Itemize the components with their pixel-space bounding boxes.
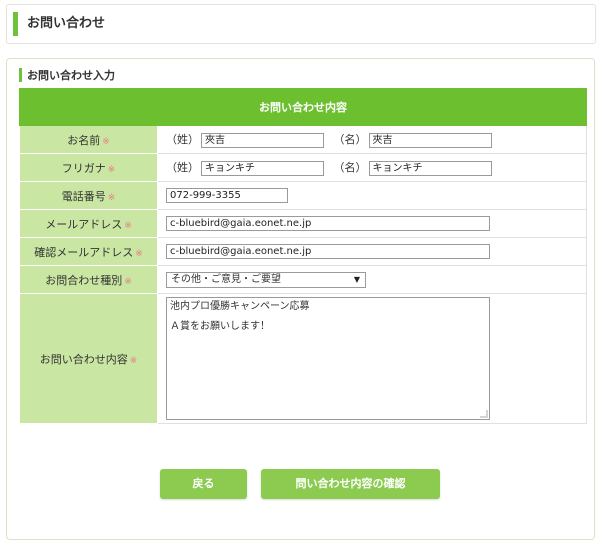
name-label-cell: お名前 ※	[19, 125, 158, 154]
email-label: メールアドレス	[45, 217, 123, 231]
required-mark: ※	[107, 192, 116, 203]
confirm-button[interactable]: 問い合わせ内容の確認	[261, 469, 440, 499]
furigana-value-cell: （姓） キョンキチ （名） キョンキチ	[157, 153, 587, 182]
required-mark: ※	[135, 248, 143, 259]
message-line-2: Ａ賞をお願いします！	[170, 321, 270, 332]
email-confirm-input[interactable]: c-bluebird@gaia.eonet.ne.jp	[166, 244, 490, 259]
email-label-cell: メールアドレス ※	[19, 209, 158, 238]
form-row-message: お問い合わせ内容 ※ 池内プロ優勝キャンペーン応募 Ａ賞をお願いします！	[19, 293, 587, 424]
email-confirm-label: 確認メールアドレス	[34, 245, 134, 259]
email-confirm-value-cell: c-bluebird@gaia.eonet.ne.jp	[157, 237, 587, 266]
sei-label: （姓）	[166, 161, 199, 175]
message-value-cell: 池内プロ優勝キャンペーン応募 Ａ賞をお願いします！	[157, 293, 587, 424]
dropdown-arrow-icon: ▼	[353, 274, 360, 284]
message-label: お問い合わせ内容	[39, 352, 128, 366]
page-title: お問い合わせ	[27, 16, 106, 31]
name-mei-input[interactable]: 夾吉	[368, 132, 492, 148]
furigana-label-cell: フリガナ ※	[19, 153, 158, 182]
form-row-inquiry-type: お問合わせ種別 ※ その他・ご意見・ご要望 ▼	[19, 265, 587, 294]
name-value-cell: （姓） 夾吉 （名） 夾吉	[157, 125, 587, 154]
required-mark: ※	[124, 220, 132, 231]
phone-label-cell: 電話番号 ※	[19, 181, 158, 210]
contact-form-table: お問い合わせ内容 お名前 ※ （姓） 夾吉 （名） 夾吉 フリガナ ※ （姓） キョンキチ…	[19, 88, 587, 424]
name-sei-input[interactable]: 夾吉	[201, 132, 324, 148]
form-panel: お問い合わせ入力 お問い合わせ内容 お名前 ※ （姓） 夾吉 （名） 夾吉 フリガナ ※…	[6, 58, 595, 540]
message-label-cell: お問い合わせ内容 ※	[19, 293, 158, 424]
sei-label: （姓）	[166, 133, 199, 147]
section-accent-bar	[19, 68, 22, 82]
inquiry-type-select[interactable]: その他・ご意見・ご要望 ▼	[166, 271, 366, 288]
inquiry-type-label-cell: お問合わせ種別 ※	[19, 265, 158, 294]
name-label: お名前	[67, 133, 101, 147]
header-accent-bar	[13, 12, 18, 36]
furigana-mei-input[interactable]: キョンキチ	[368, 160, 492, 176]
inquiry-type-value-cell: その他・ご意見・ご要望 ▼	[157, 265, 587, 294]
mei-label: （名）	[333, 133, 367, 147]
table-title: お問い合わせ内容	[19, 88, 587, 126]
form-row-phone: 電話番号 ※ 072-999-3355	[19, 181, 587, 210]
inquiry-type-label: お問合わせ種別	[45, 273, 123, 287]
back-button[interactable]: 戻る	[160, 469, 247, 499]
required-mark: ※	[102, 136, 110, 147]
email-input[interactable]: c-bluebird@gaia.eonet.ne.jp	[166, 216, 490, 231]
phone-label: 電話番号	[61, 189, 106, 203]
message-line-1: 池内プロ優勝キャンペーン応募	[170, 301, 310, 312]
section-title: お問い合わせ入力	[27, 69, 115, 82]
mei-label: （名）	[333, 161, 367, 175]
message-textarea[interactable]: 池内プロ優勝キャンペーン応募 Ａ賞をお願いします！	[166, 297, 490, 420]
furigana-sei-input[interactable]: キョンキチ	[201, 160, 324, 176]
form-row-name: お名前 ※ （姓） 夾吉 （名） 夾吉	[19, 125, 587, 154]
email-value-cell: c-bluebird@gaia.eonet.ne.jp	[157, 209, 587, 238]
email-confirm-label-cell: 確認メールアドレス ※	[19, 237, 158, 266]
page-header: お問い合わせ	[6, 4, 596, 44]
resize-handle-icon[interactable]	[480, 410, 488, 418]
form-row-furigana: フリガナ ※ （姓） キョンキチ （名） キョンキチ	[19, 153, 587, 182]
required-mark: ※	[107, 164, 116, 175]
required-mark: ※	[124, 276, 132, 287]
phone-value-cell: 072-999-3355	[157, 181, 587, 210]
required-mark: ※	[129, 355, 138, 366]
form-row-email: メールアドレス ※ c-bluebird@gaia.eonet.ne.jp	[19, 209, 587, 238]
inquiry-type-selected: その他・ご意見・ご要望	[171, 273, 281, 285]
form-row-email-confirm: 確認メールアドレス ※ c-bluebird@gaia.eonet.ne.jp	[19, 237, 587, 266]
phone-input[interactable]: 072-999-3355	[166, 188, 288, 203]
furigana-label: フリガナ	[61, 161, 106, 175]
